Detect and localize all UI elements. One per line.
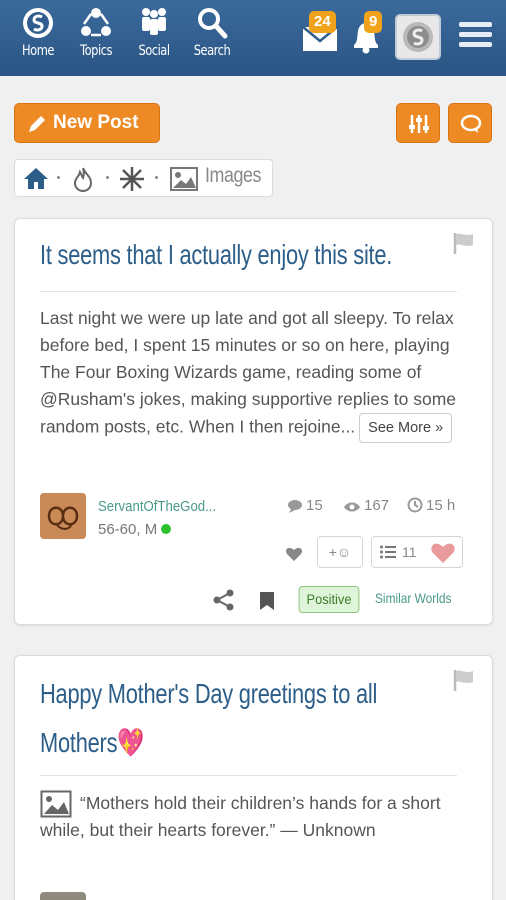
comments-count: 15 xyxy=(306,497,323,514)
hamburger-menu-icon[interactable] xyxy=(459,22,492,52)
author-age-gender: 56-60, M xyxy=(98,521,158,538)
nav-home[interactable]: Home xyxy=(10,6,66,59)
flame-icon[interactable] xyxy=(71,166,95,192)
notifications-count-badge: 9 xyxy=(364,11,383,33)
user-avatar-logo-icon xyxy=(403,22,433,52)
age-stat: 15 h xyxy=(407,497,455,514)
post-body[interactable]: “Mothers hold their children’s hands for… xyxy=(40,790,470,844)
post-card: It seems that I actually enjoy this site… xyxy=(14,218,493,625)
home-icon[interactable] xyxy=(23,166,49,190)
images-filter-label[interactable]: Images xyxy=(205,164,261,188)
chat-bubble-icon xyxy=(460,114,482,133)
author-avatar[interactable] xyxy=(40,892,86,900)
flag-icon[interactable] xyxy=(452,668,476,692)
nav-topics-label: Topics xyxy=(80,43,112,59)
views-stat: 167 xyxy=(343,497,389,514)
reactions-summary-button[interactable]: 11 xyxy=(371,536,463,568)
sparkle-icon[interactable] xyxy=(119,166,145,192)
online-status-dot xyxy=(161,524,172,534)
positive-tag[interactable]: Positive xyxy=(298,586,360,613)
author-avatar-knot-icon xyxy=(40,493,86,539)
heart-icon[interactable] xyxy=(285,546,303,562)
filter-settings-button[interactable] xyxy=(396,103,440,143)
author-avatar[interactable] xyxy=(40,493,86,539)
feed-filter-bar: Images xyxy=(14,159,273,197)
new-post-label: New Post xyxy=(53,112,139,133)
nav-topics[interactable]: Topics xyxy=(68,6,124,59)
new-post-button[interactable]: New Post xyxy=(14,103,160,143)
nav-search-label: Search xyxy=(193,43,231,59)
post-card: Happy Mother's Day greetings to all Moth… xyxy=(14,655,493,900)
post-age: 15 h xyxy=(426,497,456,514)
clock-icon xyxy=(407,497,423,513)
similar-worlds-link[interactable]: Similar Worlds xyxy=(375,590,451,606)
nav-social-label: Social xyxy=(138,43,170,59)
author-name[interactable]: ServantOfTheGod... xyxy=(98,498,216,515)
social-icon xyxy=(142,8,166,35)
reactions-count: 11 xyxy=(402,544,417,560)
nav-social[interactable]: Social xyxy=(126,6,182,59)
user-avatar[interactable] xyxy=(395,14,441,60)
top-nav-bar: Home Topics Social Search 24 9 xyxy=(0,0,506,76)
list-icon xyxy=(380,545,396,559)
views-count: 167 xyxy=(364,497,390,514)
search-icon xyxy=(198,8,228,39)
comments-stat[interactable]: 15 xyxy=(287,497,323,514)
nav-search[interactable]: Search xyxy=(184,6,240,59)
post-title-line1[interactable]: Happy Mother's Day greetings to all xyxy=(40,678,377,710)
image-icon[interactable] xyxy=(169,166,199,192)
post-title[interactable]: It seems that I actually enjoy this site… xyxy=(40,239,392,271)
see-more-button[interactable]: See More » xyxy=(359,413,453,443)
comment-icon xyxy=(288,500,302,513)
home-logo-icon xyxy=(23,8,53,38)
sliders-icon xyxy=(409,115,429,133)
add-reaction-button[interactable]: +☺ xyxy=(317,536,363,568)
post-body[interactable]: Last night we were up late and got all s… xyxy=(40,305,470,443)
topics-icon xyxy=(81,8,111,37)
messages-count-badge: 24 xyxy=(309,11,336,33)
post-title-line2[interactable]: Mothers💖 xyxy=(40,726,144,759)
share-icon[interactable] xyxy=(213,589,235,611)
flag-icon[interactable] xyxy=(452,231,476,255)
pink-heart-icon xyxy=(431,543,455,563)
bookmark-icon[interactable] xyxy=(259,591,275,611)
eye-icon xyxy=(344,502,360,512)
author-meta: 56-60, M xyxy=(98,521,172,538)
chat-button[interactable] xyxy=(448,103,492,143)
pencil-icon xyxy=(29,116,45,132)
nav-home-label: Home xyxy=(22,43,54,59)
